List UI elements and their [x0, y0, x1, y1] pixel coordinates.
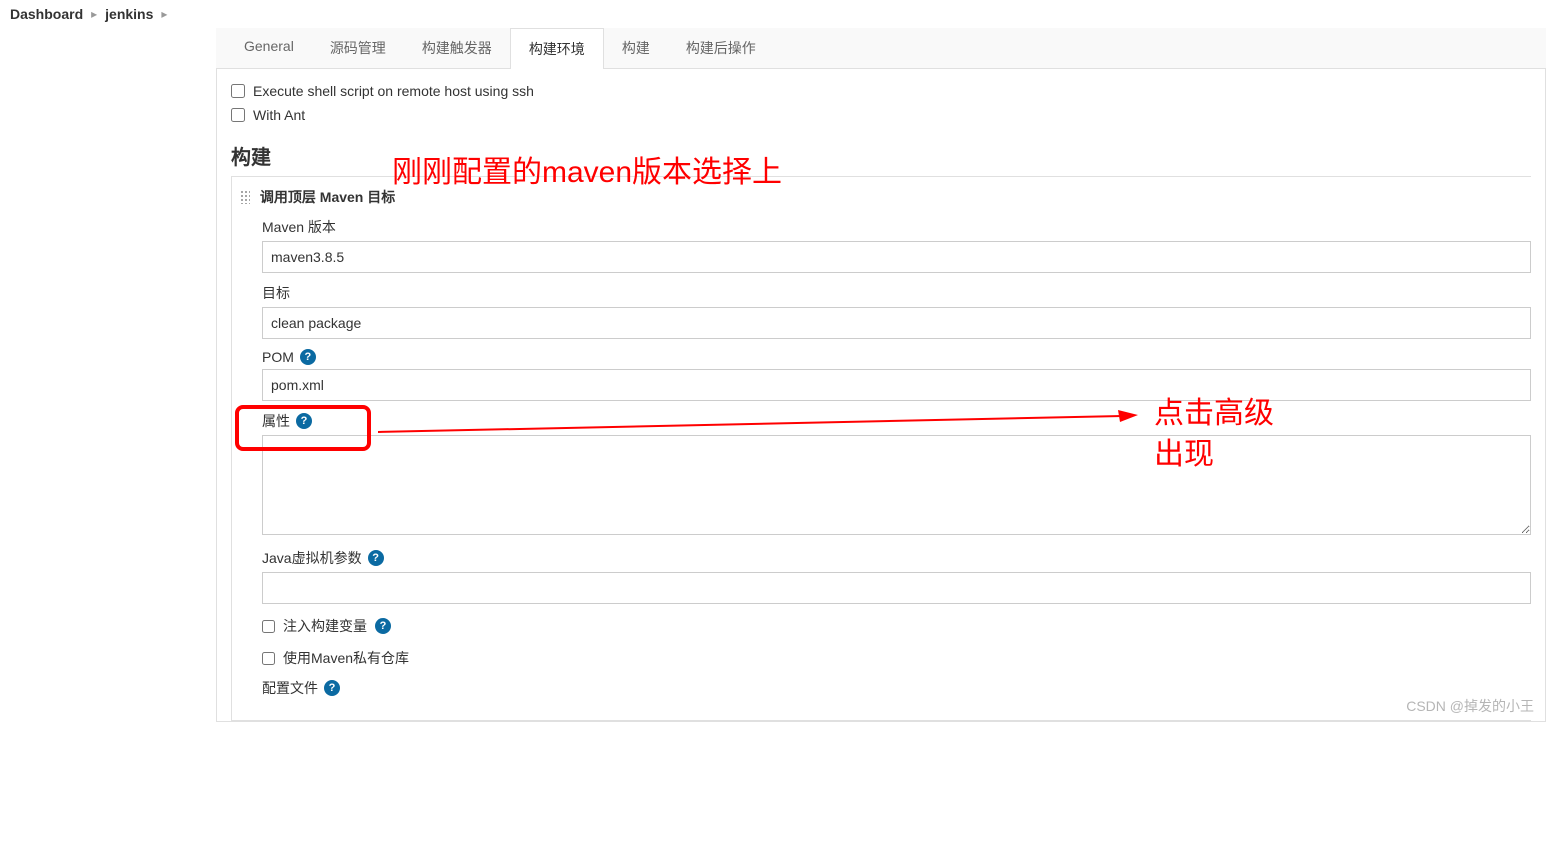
drag-handle-icon[interactable]: [240, 190, 250, 204]
help-icon[interactable]: ?: [375, 618, 391, 634]
label-inject-build-vars: 注入构建变量: [283, 616, 367, 636]
chevron-right-icon: ▸: [91, 7, 97, 21]
tab-general[interactable]: General: [226, 28, 312, 68]
tab-build[interactable]: 构建: [604, 28, 668, 68]
checkbox-with-ant[interactable]: [231, 108, 245, 122]
breadcrumb-dashboard[interactable]: Dashboard: [10, 6, 83, 22]
label-use-private-repo: 使用Maven私有仓库: [283, 648, 409, 668]
label-jvm-params: Java虚拟机参数: [262, 548, 362, 568]
label-properties: 属性: [262, 411, 290, 431]
checkbox-execute-shell[interactable]: [231, 84, 245, 98]
help-icon[interactable]: ?: [296, 413, 312, 429]
tab-build-triggers[interactable]: 构建触发器: [404, 28, 510, 68]
label-target: 目标: [262, 283, 1531, 303]
checkbox-use-private-repo[interactable]: [262, 652, 275, 665]
section-title-build: 构建: [231, 141, 1531, 170]
input-pom[interactable]: [262, 369, 1531, 401]
input-target[interactable]: [262, 307, 1531, 339]
help-icon[interactable]: ?: [368, 550, 384, 566]
label-config-file: 配置文件: [262, 678, 318, 698]
tab-post-build[interactable]: 构建后操作: [668, 28, 774, 68]
tab-build-env[interactable]: 构建环境: [510, 28, 604, 69]
input-jvm-params[interactable]: [262, 572, 1531, 604]
label-pom: POM: [262, 349, 294, 365]
help-icon[interactable]: ?: [324, 680, 340, 696]
select-maven-version[interactable]: maven3.8.5: [262, 241, 1531, 273]
tab-scm[interactable]: 源码管理: [312, 28, 404, 68]
breadcrumb: Dashboard ▸ jenkins ▸: [0, 0, 1546, 28]
textarea-properties[interactable]: [262, 435, 1531, 535]
help-icon[interactable]: ?: [300, 349, 316, 365]
panel-build-env: Execute shell script on remote host usin…: [216, 69, 1546, 722]
tabbar: General 源码管理 构建触发器 构建环境 构建 构建后操作: [216, 28, 1546, 69]
label-with-ant: With Ant: [253, 107, 305, 123]
build-step-title: 调用顶层 Maven 目标: [260, 187, 395, 207]
label-maven-version: Maven 版本: [262, 217, 1531, 237]
build-step-maven: 调用顶层 Maven 目标 Maven 版本 maven3.8.5 目标 POM…: [231, 176, 1531, 721]
watermark: CSDN @掉发的小王: [1406, 696, 1534, 716]
label-execute-shell: Execute shell script on remote host usin…: [253, 83, 534, 99]
chevron-right-icon: ▸: [161, 7, 167, 21]
checkbox-inject-build-vars[interactable]: [262, 620, 275, 633]
breadcrumb-jenkins[interactable]: jenkins: [105, 6, 153, 22]
